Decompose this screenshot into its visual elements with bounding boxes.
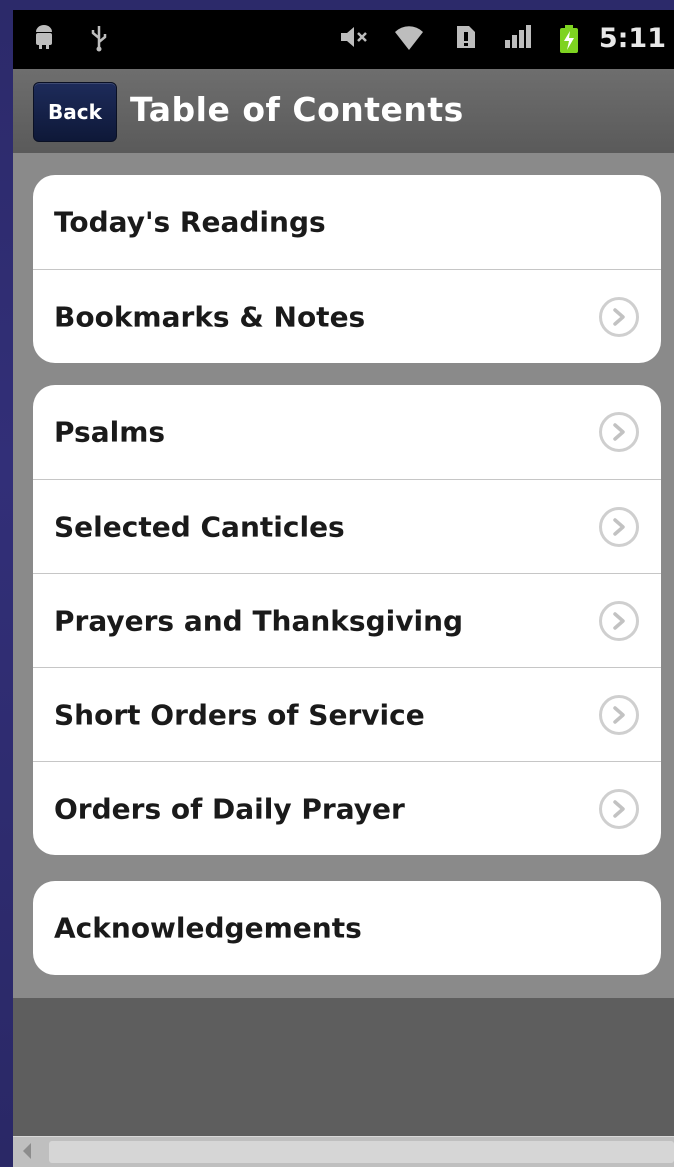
android-icon (33, 24, 55, 57)
battery-charging-icon (559, 24, 579, 61)
wifi-icon (393, 24, 425, 59)
list-item-label: Selected Canticles (54, 510, 345, 543)
chevron-right-icon (599, 788, 639, 829)
list-item-label: Bookmarks & Notes (54, 300, 366, 333)
list-group-1: Today's Readings Bookmarks & Notes (33, 175, 661, 363)
chevron-right-icon (599, 694, 639, 735)
table-of-contents-list: Today's Readings Bookmarks & Notes Psalm… (13, 153, 674, 998)
list-group-3: Acknowledgements (33, 881, 661, 975)
horizontal-scrollbar[interactable] (13, 1136, 674, 1167)
list-item-bookmarks-notes[interactable]: Bookmarks & Notes (33, 269, 661, 363)
scrollbar-thumb[interactable] (49, 1141, 674, 1163)
list-item-todays-readings[interactable]: Today's Readings (33, 175, 661, 269)
list-item-label: Orders of Daily Prayer (54, 792, 405, 825)
signal-icon (503, 24, 533, 57)
status-bar: 5:11 (13, 10, 674, 69)
chevron-right-icon (599, 296, 639, 337)
list-item-label: Acknowledgements (54, 911, 362, 945)
list-item-prayers-thanksgiving[interactable]: Prayers and Thanksgiving (33, 573, 661, 667)
list-group-2: Psalms Selected Canticles Prayers and Th… (33, 385, 661, 855)
chevron-right-icon (599, 412, 639, 452)
title-bar: Back Table of Contents (13, 69, 674, 153)
list-item-psalms[interactable]: Psalms (33, 385, 661, 479)
list-item-label: Psalms (54, 415, 166, 449)
list-item-label: Short Orders of Service (54, 698, 425, 731)
back-button[interactable]: Back (33, 82, 117, 142)
empty-area (13, 998, 674, 1136)
chevron-right-icon (599, 600, 639, 641)
status-clock: 5:11 (598, 23, 666, 54)
sim-icon (455, 24, 477, 57)
usb-icon (89, 24, 109, 59)
mute-icon (339, 24, 369, 57)
list-item-selected-canticles[interactable]: Selected Canticles (33, 479, 661, 573)
chevron-right-icon (599, 506, 639, 547)
list-item-label: Prayers and Thanksgiving (54, 604, 464, 637)
list-item-label: Today's Readings (54, 205, 326, 239)
list-item-acknowledgements[interactable]: Acknowledgements (33, 881, 661, 975)
scroll-left-arrow-icon[interactable] (23, 1143, 31, 1159)
list-item-short-orders-of-service[interactable]: Short Orders of Service (33, 667, 661, 761)
page-title: Table of Contents (130, 90, 464, 129)
list-item-orders-of-daily-prayer[interactable]: Orders of Daily Prayer (33, 761, 661, 855)
